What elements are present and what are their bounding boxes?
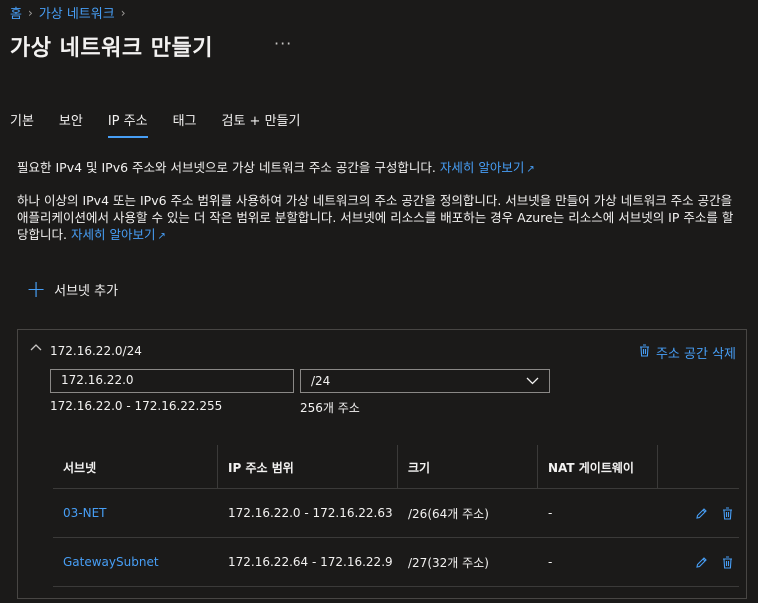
add-subnet-button[interactable]: + 서브넷 추가 [26,275,119,303]
column-header-nat: NAT 게이트웨이 [538,445,658,488]
tab-ip-addresses[interactable]: IP 주소 [107,110,148,138]
description-detail: 하나 이상의 IPv4 또는 IPv6 주소 범위를 사용하여 가상 네트워크의… [17,192,742,245]
description-intro: 필요한 IPv4 및 IPv6 주소와 서브넷으로 가상 네트워크 주소 공간을… [17,157,535,176]
subnet-table: 서브넷 IP 주소 범위 크기 NAT 게이트웨이 03-NET 172.16.… [53,445,739,587]
delete-address-space-button[interactable]: 주소 공간 삭제 [639,343,736,362]
tab-security[interactable]: 보안 [59,110,83,138]
chevron-right-icon: › [27,5,33,20]
subnet-ip-range: 172.16.22.0 - 172.16.22.63 [228,506,393,520]
add-subnet-label: 서브넷 추가 [54,283,119,299]
prefix-select[interactable]: /24 [300,369,550,393]
learn-more-link[interactable]: 자세히 알아보기 ↗ [71,227,166,242]
chevron-down-icon [526,374,539,388]
tab-basics[interactable]: 기본 [10,110,34,138]
address-count-text: 256개 주소 [300,401,360,415]
pencil-icon[interactable] [695,556,708,569]
subnet-ip-range: 172.16.22.64 - 172.16.22.9 [228,555,393,569]
trash-icon[interactable] [722,555,733,569]
subnet-nat: - [548,506,553,520]
learn-more-link[interactable]: 자세히 알아보기 ↗ [440,160,535,175]
page-title: 가상 네트워크 만들기 [10,36,213,61]
trash-icon[interactable] [722,506,733,520]
plus-icon: + [26,275,47,303]
column-header-actions [658,445,739,488]
subnet-size: /27(32개 주소) [408,555,489,570]
description-intro-text: 필요한 IPv4 및 IPv6 주소와 서브넷으로 가상 네트워크 주소 공간을… [17,160,436,175]
chevron-up-icon[interactable] [30,340,42,355]
subnet-nat: - [548,555,553,569]
external-link-icon: ↗ [157,231,166,242]
row-actions [658,555,739,569]
column-header-ip-range: IP 주소 범위 [218,445,398,488]
pencil-icon[interactable] [695,507,708,520]
address-space-title: 172.16.22.0/24 [50,344,142,358]
subnet-name-link[interactable]: 03-NET [53,506,218,520]
column-header-subnet: 서브넷 [53,445,218,488]
address-input[interactable]: 172.16.22.0 [50,369,294,393]
breadcrumb: 홈 › 가상 네트워크 › [10,3,126,23]
tab-bar: 기본 보안 IP 주소 태그 검토 + 만들기 [10,110,325,138]
table-row: 03-NET 172.16.22.0 - 172.16.22.63 /26(64… [53,489,739,538]
subnet-size: /26(64개 주소) [408,506,489,521]
column-header-size: 크기 [398,445,538,488]
subnet-name-link[interactable]: GatewaySubnet [53,555,218,569]
breadcrumb-vnet-link[interactable]: 가상 네트워크 [39,3,115,22]
tab-review-create[interactable]: 검토 + 만들기 [222,110,301,138]
delete-address-space-label: 주소 공간 삭제 [655,347,736,362]
subnet-table-header: 서브넷 IP 주소 범위 크기 NAT 게이트웨이 [53,445,739,489]
trash-icon [639,344,650,361]
tab-tags[interactable]: 태그 [173,110,197,138]
address-range-text: 172.16.22.0 - 172.16.22.255 [50,399,223,413]
address-space-panel: 172.16.22.0/24 주소 공간 삭제 172.16.22.0 /24 … [17,329,747,599]
prefix-select-value: /24 [311,374,331,388]
table-row: GatewaySubnet 172.16.22.64 - 172.16.22.9… [53,538,739,587]
more-options-button[interactable]: ··· [274,34,292,53]
row-actions [658,506,739,520]
breadcrumb-home-link[interactable]: 홈 [10,3,22,22]
external-link-icon: ↗ [526,164,535,175]
chevron-right-icon: › [120,5,126,20]
